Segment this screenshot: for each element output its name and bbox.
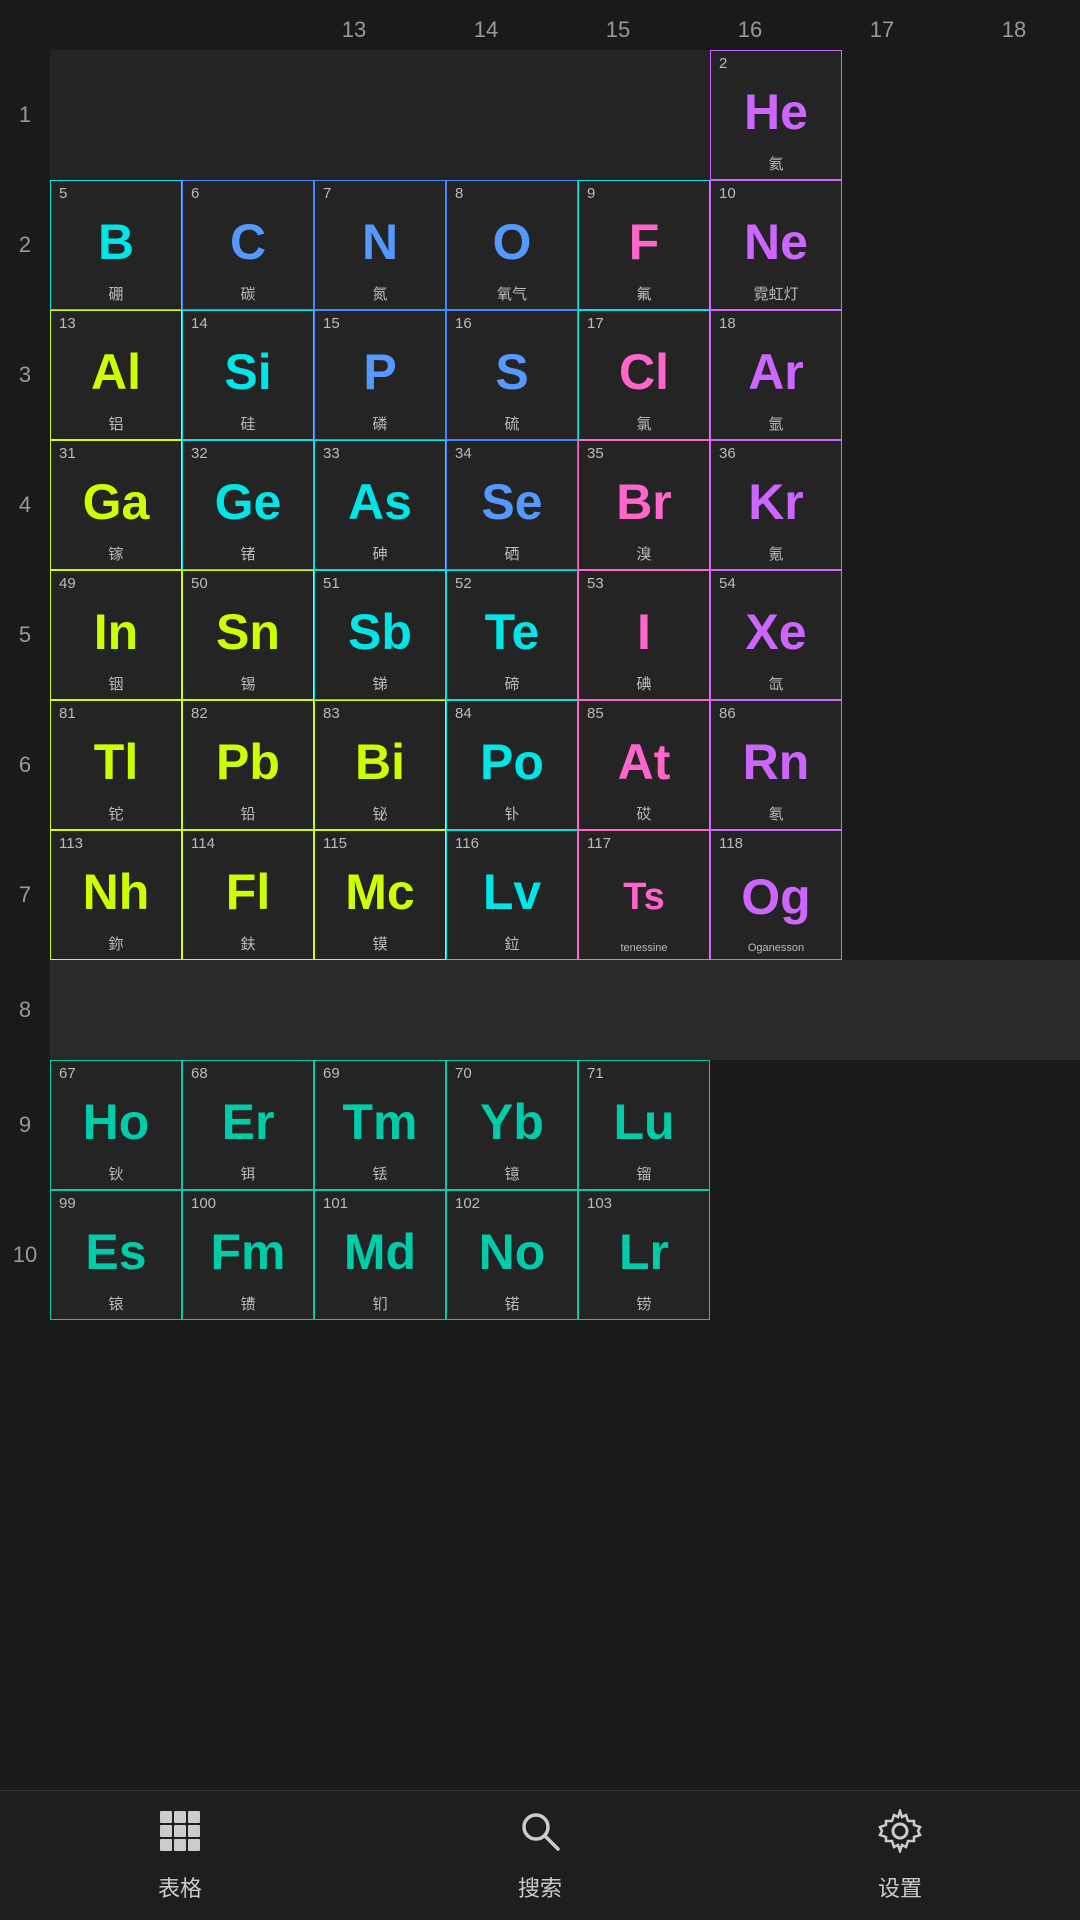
row-label-4: 4 [0,492,50,518]
grid-row-10: 10 99 Es 锿 100 Fm 镄 101 Md 钔 1 [0,1190,1080,1320]
row-label-6: 6 [0,752,50,778]
element-Bi[interactable]: 83 Bi 铋 [314,700,446,830]
element-S[interactable]: 16 S 硫 [446,310,578,440]
row-label-7: 7 [0,882,50,908]
element-In[interactable]: 49 In 铟 [50,570,182,700]
element-Si[interactable]: 14 Si 硅 [182,310,314,440]
element-Sn[interactable]: 50 Sn 锡 [182,570,314,700]
element-Ts[interactable]: 117 Ts tenessine [578,830,710,960]
element-Pb[interactable]: 82 Pb 铅 [182,700,314,830]
nav-search-label: 搜索 [518,1871,562,1903]
element-No[interactable]: 102 No 锘 [446,1190,578,1320]
row-label-2: 2 [0,232,50,258]
bottom-nav: 表格 搜索 设置 [0,1790,1080,1920]
row-label-8: 8 [0,997,50,1023]
element-Lv[interactable]: 116 Lv 鉝 [446,830,578,960]
cell-empty [50,50,182,180]
grid-row-8: 8 [0,960,1080,1060]
cell-empty [182,50,314,180]
element-Ne[interactable]: 10 Ne 霓虹灯 [710,180,842,310]
element-Kr[interactable]: 36 Kr 氪 [710,440,842,570]
nav-search[interactable]: 搜索 [518,1809,562,1903]
element-N[interactable]: 7 N 氮 [314,180,446,310]
row-label-1: 1 [0,102,50,128]
element-Ga[interactable]: 31 Ga 镓 [50,440,182,570]
grid-row-4: 4 31 Ga 镓 32 Ge 锗 33 As 砷 34 [0,440,1080,570]
element-Lu[interactable]: 71 Lu 镏 [578,1060,710,1190]
element-I[interactable]: 53 I 碘 [578,570,710,700]
nav-table-label: 表格 [158,1871,202,1903]
grid-row-5: 5 49 In 铟 50 Sn 锡 51 Sb 锑 52 [0,570,1080,700]
cell-empty [314,50,446,180]
grid-row-3: 3 13 Al 铝 14 Si 硅 15 P 磷 16 [0,310,1080,440]
col-header-14: 14 [420,17,552,43]
nav-settings-label: 设置 [878,1871,922,1903]
nav-settings[interactable]: 设置 [878,1809,922,1903]
element-Mc[interactable]: 115 Mc 镆 [314,830,446,960]
element-P[interactable]: 15 P 磷 [314,310,446,440]
element-Nh[interactable]: 113 Nh 鉨 [50,830,182,960]
element-Rn[interactable]: 86 Rn 氡 [710,700,842,830]
col-header-18: 18 [948,17,1080,43]
element-Tm[interactable]: 69 Tm 铥 [314,1060,446,1190]
element-B[interactable]: 5 B 硼 [50,180,182,310]
gear-icon [878,1809,922,1863]
element-Es[interactable]: 99 Es 锿 [50,1190,182,1320]
element-Cl[interactable]: 17 Cl 氯 [578,310,710,440]
element-As[interactable]: 33 As 砷 [314,440,446,570]
row-label-3: 3 [0,362,50,388]
element-C[interactable]: 6 C 碳 [182,180,314,310]
element-Se[interactable]: 34 Se 硒 [446,440,578,570]
row-label-5: 5 [0,622,50,648]
grid-row-2: 2 5 B 硼 6 C 碳 7 N 氮 8 [0,180,1080,310]
col-header-15: 15 [552,17,684,43]
grid-icon [158,1809,202,1863]
element-Yb[interactable]: 70 Yb 镱 [446,1060,578,1190]
column-headers: 13 14 15 16 17 18 [0,10,1080,50]
search-icon [518,1809,562,1863]
element-At[interactable]: 85 At 砹 [578,700,710,830]
element-Fl[interactable]: 114 Fl 鈇 [182,830,314,960]
cell-empty [446,50,578,180]
element-Br[interactable]: 35 Br 溴 [578,440,710,570]
element-Md[interactable]: 101 Md 钔 [314,1190,446,1320]
element-Og[interactable]: 118 Og Oganesson [710,830,842,960]
element-Ho[interactable]: 67 Ho 钬 [50,1060,182,1190]
row-label-10: 10 [0,1242,50,1268]
nav-table[interactable]: 表格 [158,1809,202,1903]
element-Sb[interactable]: 51 Sb 锑 [314,570,446,700]
grid-row-9: 9 67 Ho 钬 68 Er 铒 69 Tm 铥 70 [0,1060,1080,1190]
element-Al[interactable]: 13 Al 铝 [50,310,182,440]
col-header-17: 17 [816,17,948,43]
element-Ar[interactable]: 18 Ar 氩 [710,310,842,440]
element-Xe[interactable]: 54 Xe 氙 [710,570,842,700]
col-header-13: 13 [288,17,420,43]
element-Lr[interactable]: 103 Lr 铹 [578,1190,710,1320]
element-Fm[interactable]: 100 Fm 镄 [182,1190,314,1320]
element-O[interactable]: 8 O 氧气 [446,180,578,310]
col-header-16: 16 [684,17,816,43]
element-Te[interactable]: 52 Te 碲 [446,570,578,700]
grid-row-7: 7 113 Nh 鉨 114 Fl 鈇 115 Mc 镆 1 [0,830,1080,960]
grid-row-1: 1 2 He 氦 [0,50,1080,180]
periodic-table: 13 14 15 16 17 18 1 2 He 氦 [0,0,1080,1790]
element-Po[interactable]: 84 Po 钋 [446,700,578,830]
main-grid: 1 2 He 氦 2 5 B 硼 [0,50,1080,1320]
element-Er[interactable]: 68 Er 铒 [182,1060,314,1190]
element-He[interactable]: 2 He 氦 [710,50,842,180]
grid-row-6: 6 81 Tl 铊 82 Pb 铅 83 Bi 铋 84 [0,700,1080,830]
cell-empty [578,50,710,180]
element-F[interactable]: 9 F 氟 [578,180,710,310]
element-Tl[interactable]: 81 Tl 铊 [50,700,182,830]
element-Ge[interactable]: 32 Ge 锗 [182,440,314,570]
row-label-9: 9 [0,1112,50,1138]
